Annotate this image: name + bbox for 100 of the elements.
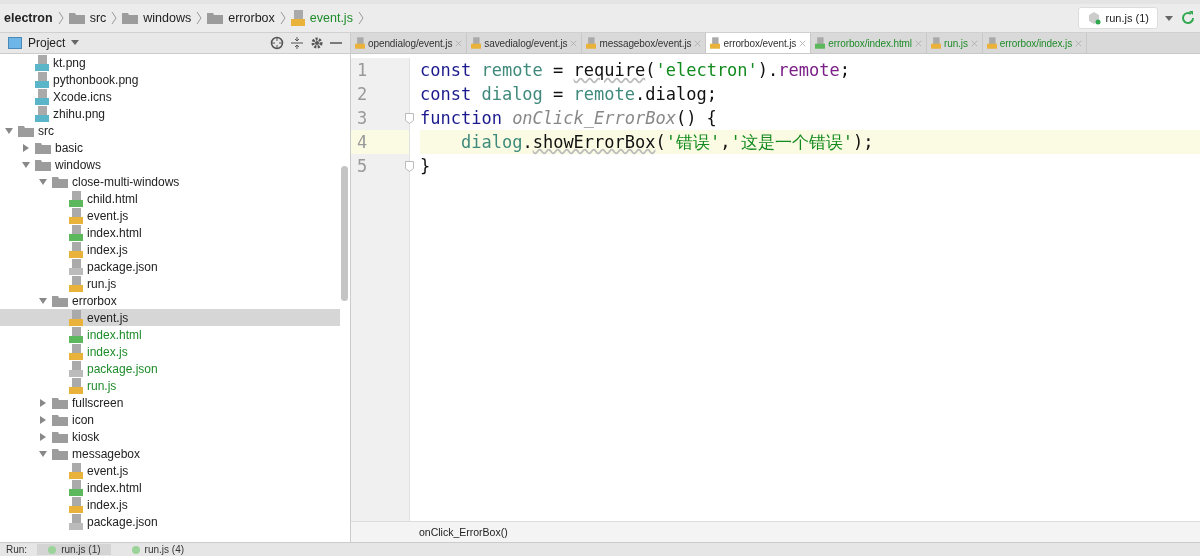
- run-tab[interactable]: run.js (4): [120, 544, 195, 555]
- folder-icon: [207, 12, 224, 24]
- collapse-icon[interactable]: [290, 36, 304, 50]
- chevron-icon: [279, 11, 286, 25]
- js-file-icon: [69, 309, 83, 326]
- image-file-icon: [35, 71, 49, 88]
- tree-item[interactable]: basic: [0, 139, 340, 156]
- tree-item[interactable]: package.json: [0, 258, 340, 275]
- fold-marker-icon[interactable]: [405, 112, 414, 124]
- caret-icon[interactable]: [1164, 14, 1174, 22]
- tree-item[interactable]: index.html: [0, 479, 340, 496]
- js-file-icon: [355, 37, 365, 49]
- tree-item[interactable]: index.html: [0, 224, 340, 241]
- html-file-icon: [815, 37, 826, 49]
- html-file-icon: [69, 479, 83, 496]
- expanded-arrow-icon[interactable]: [38, 176, 48, 187]
- js-file-icon: [69, 496, 83, 513]
- rerun-icon[interactable]: [1180, 10, 1196, 26]
- tree-item[interactable]: messagebox: [0, 445, 340, 462]
- folder-icon: [52, 175, 68, 188]
- tree-item[interactable]: package.json: [0, 360, 340, 377]
- line-number: 4: [356, 132, 368, 152]
- breadcrumb-item[interactable]: src: [89, 11, 107, 25]
- settings-icon[interactable]: [310, 36, 324, 50]
- tree-item[interactable]: child.html: [0, 190, 340, 207]
- folder-icon: [35, 158, 51, 171]
- js-file-icon: [586, 37, 597, 49]
- tree-item[interactable]: fullscreen: [0, 394, 340, 411]
- js-file-icon: [986, 37, 997, 49]
- close-icon[interactable]: [799, 39, 807, 47]
- run-configuration-dropdown[interactable]: run.js (1): [1077, 7, 1158, 29]
- tree-item[interactable]: event.js: [0, 462, 340, 479]
- editor-tab[interactable]: savedialog/event.js: [467, 33, 583, 53]
- caret-icon[interactable]: [71, 40, 80, 46]
- js-file-icon: [69, 462, 83, 479]
- folder-icon: [52, 294, 68, 307]
- breadcrumb-item[interactable]: windows: [143, 11, 192, 25]
- collapsed-arrow-icon[interactable]: [21, 142, 31, 153]
- js-file-icon: [69, 343, 83, 360]
- editor-tab[interactable]: errorbox/event.js: [706, 33, 812, 53]
- collapsed-arrow-icon[interactable]: [38, 414, 48, 425]
- breadcrumb-item[interactable]: event.js: [309, 11, 353, 25]
- tree-item[interactable]: icon: [0, 411, 340, 428]
- folder-icon: [35, 141, 51, 154]
- tree-item[interactable]: package.json: [0, 513, 340, 530]
- expanded-arrow-icon[interactable]: [38, 448, 48, 459]
- line-number: 2: [356, 84, 368, 104]
- tree-item[interactable]: index.html: [0, 326, 340, 343]
- line-number: 3: [356, 108, 368, 128]
- editor-breadcrumb[interactable]: onClick_ErrorBox(): [419, 526, 508, 538]
- js-file-icon: [69, 241, 83, 258]
- collapsed-arrow-icon[interactable]: [38, 431, 48, 442]
- tree-item[interactable]: close-multi-windows: [0, 173, 340, 190]
- tree-item[interactable]: index.js: [0, 496, 340, 513]
- breadcrumb-item[interactable]: errorbox: [228, 11, 275, 25]
- js-file-icon: [69, 207, 83, 224]
- expanded-arrow-icon[interactable]: [38, 295, 48, 306]
- folder-icon: [52, 430, 68, 443]
- breadcrumb-item[interactable]: electron: [4, 11, 53, 25]
- code-line: const dialog = remote.dialog;: [420, 84, 717, 104]
- tree-item[interactable]: event.js: [0, 309, 340, 326]
- js-file-icon: [710, 37, 721, 49]
- collapsed-arrow-icon[interactable]: [38, 397, 48, 408]
- tree-item[interactable]: kiosk: [0, 428, 340, 445]
- tree-item[interactable]: pythonbook.png: [0, 71, 340, 88]
- run-tab[interactable]: run.js (1): [37, 544, 111, 555]
- tree-item[interactable]: run.js: [0, 275, 340, 292]
- code-line: }: [420, 156, 431, 176]
- locate-icon[interactable]: [270, 36, 284, 50]
- folder-icon: [122, 12, 139, 24]
- expanded-arrow-icon[interactable]: [21, 159, 31, 170]
- tree-item[interactable]: event.js: [0, 207, 340, 224]
- tree-item[interactable]: run.js: [0, 377, 340, 394]
- folder-icon: [68, 12, 85, 24]
- chevron-icon: [57, 11, 64, 25]
- editor-tab[interactable]: opendialog/event.js: [351, 33, 468, 53]
- tree-item[interactable]: zhihu.png: [0, 105, 340, 122]
- project-icon: [8, 37, 22, 49]
- project-view-selector[interactable]: Project: [28, 36, 66, 50]
- html-file-icon: [69, 190, 83, 207]
- scrollbar-thumb[interactable]: [341, 166, 348, 301]
- js-file-icon: [290, 10, 305, 26]
- expanded-arrow-icon[interactable]: [4, 125, 14, 136]
- tree-item[interactable]: Xcode.icns: [0, 88, 340, 105]
- tree-item[interactable]: windows: [0, 156, 340, 173]
- tree-item[interactable]: kt.png: [0, 54, 340, 71]
- line-number: 5: [356, 156, 368, 176]
- image-file-icon: [35, 54, 49, 71]
- tree-item[interactable]: index.js: [0, 241, 340, 258]
- folder-icon: [52, 413, 68, 426]
- code-line: function onClick_ErrorBox() {: [420, 108, 717, 128]
- node-icon: [130, 544, 141, 555]
- html-file-icon: [69, 326, 83, 343]
- run-label: Run:: [6, 544, 28, 555]
- tree-item[interactable]: errorbox: [0, 292, 340, 309]
- json-file-icon: [69, 258, 83, 275]
- json-file-icon: [69, 513, 83, 530]
- fold-marker-icon[interactable]: [405, 160, 414, 172]
- tree-item[interactable]: src: [0, 122, 340, 139]
- tree-item[interactable]: index.js: [0, 343, 340, 360]
